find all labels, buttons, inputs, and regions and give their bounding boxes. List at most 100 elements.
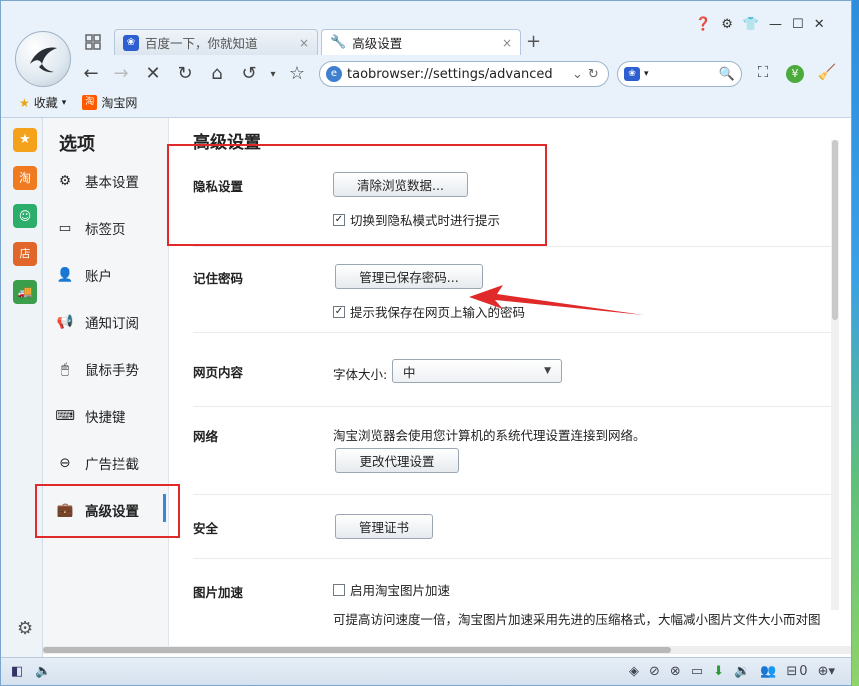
highlight-box-privacy (167, 144, 547, 246)
sidebar-item-notifications[interactable]: 📢 通知订阅 (55, 307, 169, 337)
section-security: 安全 管理证书 (169, 496, 839, 556)
divider (193, 332, 839, 333)
address-input[interactable] (347, 66, 567, 82)
settings-content: ★ 淘 ☺ 店 🚚 ⚙ 选项 ⚙ 基本设置 ▭ 标签页 👤 账户 📢 通知订阅 … (1, 117, 851, 658)
manage-passwords-button[interactable]: 管理已保存密码... (335, 264, 483, 289)
skin-shirt-icon[interactable]: 👕 (743, 17, 759, 32)
tab-overview-icon[interactable] (85, 34, 101, 50)
gear-icon[interactable]: ⚙ (17, 618, 33, 639)
manage-certificates-button[interactable]: 管理证书 (335, 514, 433, 539)
minimize-icon[interactable]: — (769, 17, 782, 32)
bookmark-taobao[interactable]: 淘 淘宝网 (82, 94, 137, 111)
delivery-truck-icon[interactable]: 🚚 (13, 280, 37, 304)
sidebar-item-account[interactable]: 👤 账户 (55, 260, 169, 290)
close-icon[interactable]: × (502, 36, 512, 50)
status-bar: ◧ 🔈 ◈ ⊘ ⊗ ▭ ⬇ 🔉 👥 ⊟ 0 ⊕▾ (1, 657, 851, 685)
shop-icon[interactable]: 店 (13, 242, 37, 266)
flash-block-icon[interactable]: ⊘ (649, 664, 660, 679)
desktop-background (852, 0, 859, 686)
refresh-icon[interactable]: ↻ (173, 63, 197, 84)
taobao-logo-icon: 淘 (82, 95, 98, 110)
sidebar-item-adblock[interactable]: ⊖ 广告拦截 (55, 448, 169, 478)
close-icon[interactable]: × (299, 36, 309, 50)
image-accel-checkbox[interactable]: 启用淘宝图片加速 (333, 580, 450, 599)
browser-logo[interactable] (15, 31, 71, 87)
divider (193, 246, 839, 247)
divider (193, 558, 839, 559)
extension-icon[interactable]: ◈ (629, 664, 639, 679)
download-count-value: 0 (799, 664, 808, 679)
sidebar-item-shortcuts[interactable]: ⌨ 快捷键 (55, 401, 169, 431)
contacts-icon[interactable]: ☺ (13, 204, 37, 228)
download-arrow-icon[interactable]: ⬇ (713, 664, 724, 679)
volume-icon[interactable]: 🔉 (734, 664, 750, 679)
address-bar[interactable]: e ⌄ ↻ (319, 61, 609, 87)
clean-brush-icon[interactable]: 🧹 (815, 63, 839, 81)
no-image-icon[interactable]: ⊗ (670, 664, 681, 679)
baidu-paw-icon[interactable]: ❀ (624, 67, 640, 81)
tab-icon: ▭ (58, 220, 72, 236)
help-icon[interactable]: ❓ (695, 17, 711, 32)
forward-arrow-icon[interactable]: → (109, 63, 133, 84)
stop-icon[interactable]: ✕ (141, 63, 165, 84)
home-icon[interactable]: ⌂ (205, 63, 229, 84)
screenshot-icon[interactable]: ⛶ (751, 63, 775, 81)
sidebar-item-label: 鼠标手势 (85, 363, 139, 379)
back-arrow-icon[interactable]: ← (79, 63, 103, 84)
zoom-icon[interactable]: ⊕▾ (818, 664, 835, 679)
search-input[interactable] (652, 67, 713, 81)
undo-closed-tab-icon[interactable]: ↺ (237, 63, 261, 84)
section-label: 安全 (193, 521, 219, 536)
user-icon: 👤 (56, 267, 74, 283)
chevron-down-icon[interactable]: ▾ (644, 69, 649, 79)
section-label: 网页内容 (193, 365, 244, 380)
download-count[interactable]: ⊟ 0 (786, 664, 807, 679)
tab-baidu[interactable]: ❀ 百度一下，你就知道 × (114, 29, 318, 55)
chevron-down-icon[interactable]: ▾ (261, 69, 285, 80)
highlight-box-sidebar (35, 484, 180, 538)
image-accel-description: 可提高访问速度一倍，淘宝图片加速采用先进的压缩格式，大幅减小图片文件大小而对图 (333, 612, 821, 627)
globe-icon: e (326, 66, 342, 82)
change-proxy-button[interactable]: 更改代理设置 (335, 448, 459, 473)
divider (193, 406, 839, 407)
maximize-icon[interactable]: ☐ (792, 17, 804, 32)
checkbox[interactable] (333, 583, 345, 596)
sidebar-item-mouse-gesture[interactable]: 🖱 鼠标手势 (55, 354, 169, 384)
section-image-accel: 图片加速 启用淘宝图片加速 可提高访问速度一倍，淘宝图片加速采用先进的压缩格式，… (169, 560, 839, 640)
tab-label: 高级设置 (352, 36, 403, 51)
new-tab-button[interactable]: + (526, 31, 541, 52)
alipay-icon[interactable]: ¥ (783, 63, 807, 83)
favorites-star-icon[interactable]: ★ (13, 128, 37, 152)
scroll-thumb[interactable] (832, 140, 838, 320)
taobao-swallow-icon (30, 47, 57, 73)
checkbox[interactable]: ✓ (333, 305, 345, 318)
sidebar-item-label: 标签页 (85, 222, 126, 238)
chevron-down-icon: ▼ (544, 366, 551, 376)
chevron-down-icon[interactable]: ⌄ (572, 67, 583, 82)
scroll-thumb[interactable] (43, 647, 671, 653)
sidebar-title: 选项 (59, 134, 95, 155)
refresh-icon[interactable]: ↻ (588, 67, 599, 82)
checkbox-label: 启用淘宝图片加速 (350, 583, 451, 598)
sidebar-item-basic[interactable]: ⚙ 基本设置 (55, 166, 169, 196)
search-bar[interactable]: ❀ ▾ 🔍 (617, 61, 742, 87)
section-label: 图片加速 (193, 585, 244, 600)
sidebar-toggle-icon[interactable]: ◧ (11, 664, 23, 679)
section-label: 记住密码 (193, 271, 244, 286)
star-icon[interactable]: ☆ (285, 63, 309, 84)
search-icon[interactable]: 🔍 (719, 67, 735, 82)
settings-gear-icon[interactable]: ⚙ (721, 17, 733, 32)
display-icon[interactable]: ▭ (691, 664, 703, 679)
bookmark-favorites[interactable]: ★ 收藏 ▾ (19, 94, 66, 111)
font-size-select[interactable]: 中 ▼ (392, 359, 562, 383)
bookmark-label: 淘宝网 (101, 96, 138, 110)
taobao-bag-icon[interactable]: 淘 (13, 166, 37, 190)
sidebar-item-label: 快捷键 (85, 410, 126, 426)
horizontal-scrollbar[interactable] (43, 646, 851, 654)
sidebar-item-tabs[interactable]: ▭ 标签页 (55, 213, 169, 243)
vertical-scrollbar[interactable] (831, 140, 839, 610)
close-window-icon[interactable]: ✕ (814, 17, 825, 32)
speaker-icon[interactable]: 🔈 (35, 664, 51, 679)
user-switch-icon[interactable]: 👥 (760, 664, 776, 679)
tab-advanced-settings[interactable]: 🔧 高级设置 × (321, 29, 521, 55)
